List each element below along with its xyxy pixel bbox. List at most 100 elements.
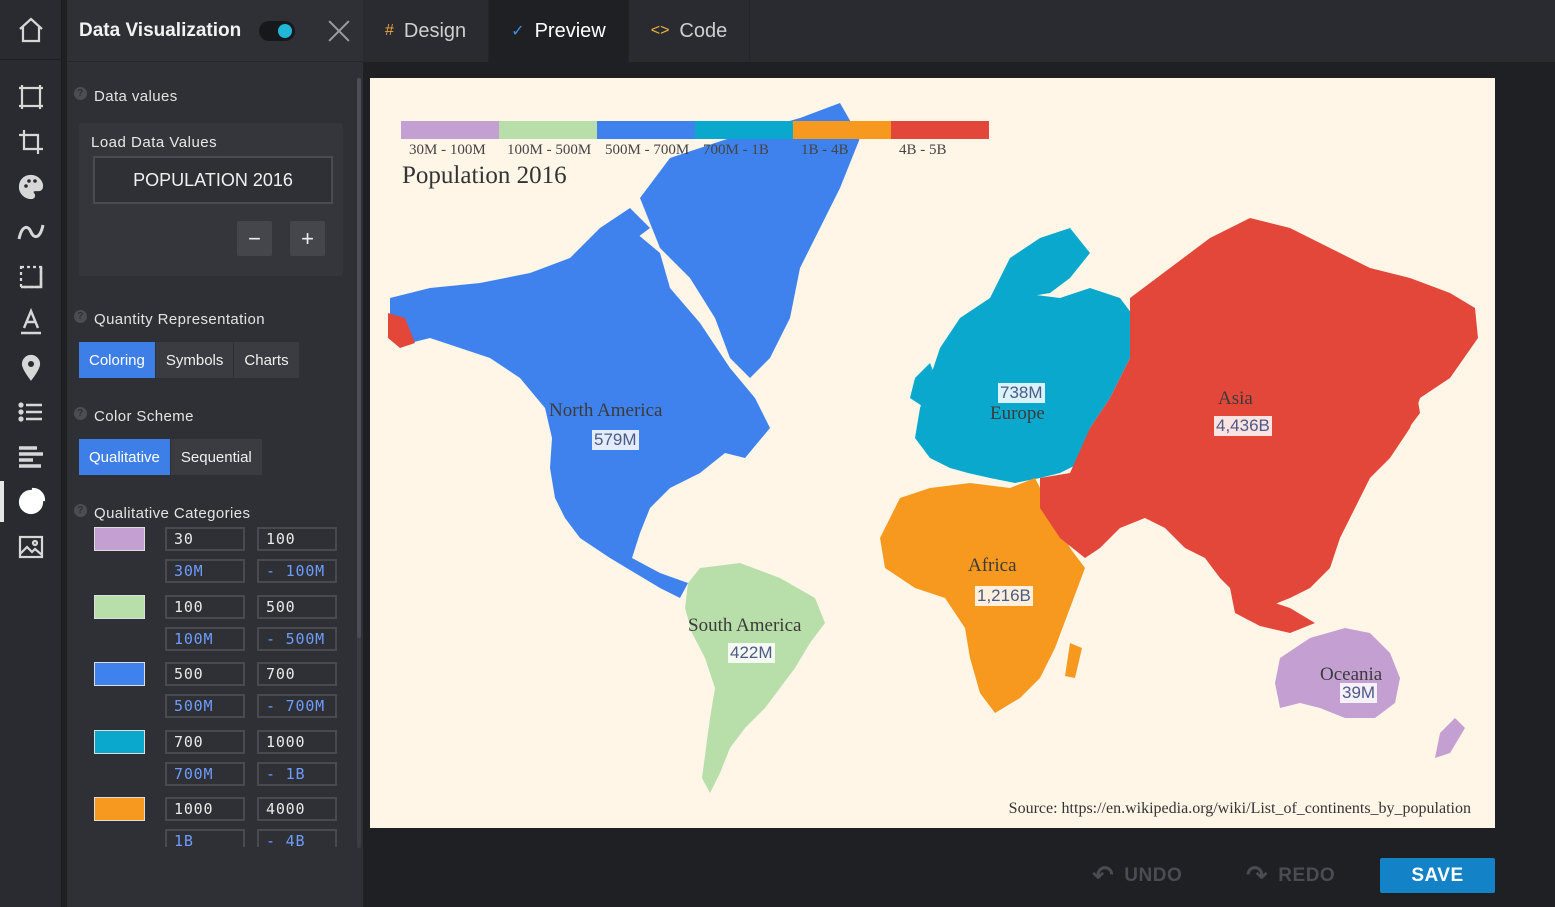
legend-label: 700M - 1B bbox=[703, 142, 769, 158]
tool-rail bbox=[0, 0, 62, 907]
load-data-label: Load Data Values bbox=[91, 134, 218, 151]
legend-swatch bbox=[695, 121, 793, 139]
rail-curve-tool[interactable] bbox=[0, 209, 61, 254]
minus-button[interactable]: − bbox=[237, 221, 272, 256]
tab-code[interactable]: <> Code bbox=[629, 0, 751, 62]
category-max-input[interactable]: 4000 bbox=[257, 797, 337, 821]
home-icon bbox=[18, 17, 43, 42]
category-label-min-input[interactable]: 500M bbox=[165, 694, 245, 718]
tab-preview[interactable]: ✓ Preview bbox=[489, 0, 629, 62]
tab-code-label: Code bbox=[679, 19, 728, 42]
rail-chart-tool[interactable] bbox=[0, 479, 61, 524]
category-min-input[interactable]: 500 bbox=[165, 662, 245, 686]
rail-text-tool[interactable] bbox=[0, 299, 61, 344]
category-color-swatch[interactable] bbox=[94, 662, 145, 686]
category-min-input[interactable]: 700 bbox=[165, 729, 245, 754]
category-label-max-input[interactable]: - 1B bbox=[257, 761, 337, 786]
panel-title: Data Visualization bbox=[79, 19, 242, 41]
category-label-min-input[interactable]: 30M bbox=[165, 559, 245, 583]
category-min-input[interactable]: 30 bbox=[165, 527, 245, 551]
value-south-america: 422M bbox=[728, 643, 775, 663]
data-values-heading: ? Data values bbox=[74, 87, 178, 105]
scheme-option-sequential[interactable]: Sequential bbox=[170, 439, 263, 475]
category-max-input[interactable]: 1000 bbox=[257, 729, 337, 754]
label-north-america: North America bbox=[549, 400, 663, 421]
rail-selection-tool[interactable] bbox=[0, 254, 61, 299]
load-data-box: Load Data Values POPULATION 2016 − + bbox=[79, 123, 343, 276]
visualization-toggle[interactable] bbox=[259, 20, 295, 41]
new-zealand-shape bbox=[1435, 718, 1465, 758]
value-africa: 1,216B bbox=[975, 586, 1033, 606]
rail-crop-tool[interactable] bbox=[0, 119, 61, 164]
legend-swatch bbox=[793, 121, 891, 139]
panel-scrollbar[interactable] bbox=[357, 78, 361, 848]
help-icon[interactable]: ? bbox=[74, 504, 87, 517]
value-europe: 738M bbox=[998, 383, 1045, 403]
pie-chart-icon bbox=[18, 487, 45, 514]
redo-button[interactable]: ↷ REDO bbox=[1246, 858, 1335, 893]
crop-icon bbox=[18, 129, 43, 154]
undo-button[interactable]: ↶ UNDO bbox=[1092, 858, 1182, 893]
load-data-value-button[interactable]: POPULATION 2016 bbox=[93, 156, 333, 204]
map-title: Population 2016 bbox=[402, 162, 567, 189]
category-label-min-input[interactable]: 1B bbox=[165, 829, 245, 847]
category-max-input[interactable]: 100 bbox=[257, 527, 337, 551]
help-icon[interactable]: ? bbox=[74, 87, 87, 100]
quantity-label: Quantity Representation bbox=[94, 311, 265, 328]
category-label-min-input[interactable]: 100M bbox=[165, 626, 245, 651]
category-min-input[interactable]: 1000 bbox=[165, 797, 245, 821]
help-icon[interactable]: ? bbox=[74, 310, 87, 323]
tab-design[interactable]: # Design bbox=[363, 0, 490, 62]
palette-icon bbox=[18, 174, 43, 199]
category-max-input[interactable]: 500 bbox=[257, 594, 337, 619]
tab-design-label: Design bbox=[403, 19, 467, 42]
map-pin-icon bbox=[21, 354, 40, 381]
category-color-swatch[interactable] bbox=[94, 797, 145, 821]
legend-swatch bbox=[891, 121, 989, 139]
scheme-option-qualitative[interactable]: Qualitative bbox=[79, 439, 171, 475]
category-color-swatch[interactable] bbox=[94, 594, 145, 619]
bars-icon bbox=[18, 445, 43, 468]
value-north-america: 579M bbox=[592, 430, 639, 450]
quantity-option-charts[interactable]: Charts bbox=[234, 342, 300, 378]
image-icon bbox=[18, 535, 43, 558]
category-color-swatch[interactable] bbox=[94, 729, 145, 754]
world-map bbox=[388, 103, 1478, 793]
value-oceania: 39M bbox=[1340, 683, 1378, 703]
category-label-max-input[interactable]: - 700M bbox=[257, 694, 337, 718]
rail-bars-tool[interactable] bbox=[0, 434, 61, 479]
category-max-input[interactable]: 700 bbox=[257, 662, 337, 686]
category-label-min-input[interactable]: 700M bbox=[165, 761, 245, 786]
close-icon[interactable] bbox=[327, 19, 351, 43]
data-values-label: Data values bbox=[94, 88, 178, 105]
category-label-max-input[interactable]: - 500M bbox=[257, 626, 337, 651]
text-icon bbox=[20, 307, 41, 334]
home-button[interactable] bbox=[0, 0, 61, 60]
category-min-input[interactable]: 100 bbox=[165, 594, 245, 619]
legend-label: 30M - 100M bbox=[409, 142, 486, 158]
map-source: Source: https://en.wikipedia.org/wiki/Li… bbox=[1008, 800, 1471, 817]
panel-scroll-area: ? Data values Load Data Values POPULATIO… bbox=[67, 62, 363, 847]
label-south-america: South America bbox=[688, 615, 802, 636]
rail-palette-tool[interactable] bbox=[0, 164, 61, 209]
redo-label: REDO bbox=[1278, 864, 1336, 886]
rail-list-tool[interactable] bbox=[0, 389, 61, 434]
rail-image-tool[interactable] bbox=[0, 524, 61, 569]
plus-button[interactable]: + bbox=[290, 221, 325, 256]
quantity-option-coloring[interactable]: Coloring bbox=[79, 342, 156, 378]
category-label-max-input[interactable]: - 100M bbox=[257, 559, 337, 583]
color-scheme-segmented-control: Qualitative Sequential bbox=[79, 439, 263, 475]
quantity-segmented-control: Coloring Symbols Charts bbox=[79, 342, 300, 378]
legend-label: 500M - 700M bbox=[605, 142, 690, 158]
rail-frame-tool[interactable] bbox=[0, 74, 61, 119]
help-icon[interactable]: ? bbox=[74, 407, 87, 420]
save-button[interactable]: SAVE bbox=[1380, 858, 1495, 893]
category-color-swatch[interactable] bbox=[94, 527, 145, 551]
category-label-max-input[interactable]: - 4B bbox=[257, 829, 337, 847]
tab-preview-label: Preview bbox=[534, 19, 606, 42]
hash-icon: # bbox=[385, 22, 394, 39]
frame-icon bbox=[18, 84, 43, 109]
quantity-option-symbols[interactable]: Symbols bbox=[155, 342, 235, 378]
code-icon: <> bbox=[650, 22, 670, 39]
rail-marker-tool[interactable] bbox=[0, 344, 61, 389]
